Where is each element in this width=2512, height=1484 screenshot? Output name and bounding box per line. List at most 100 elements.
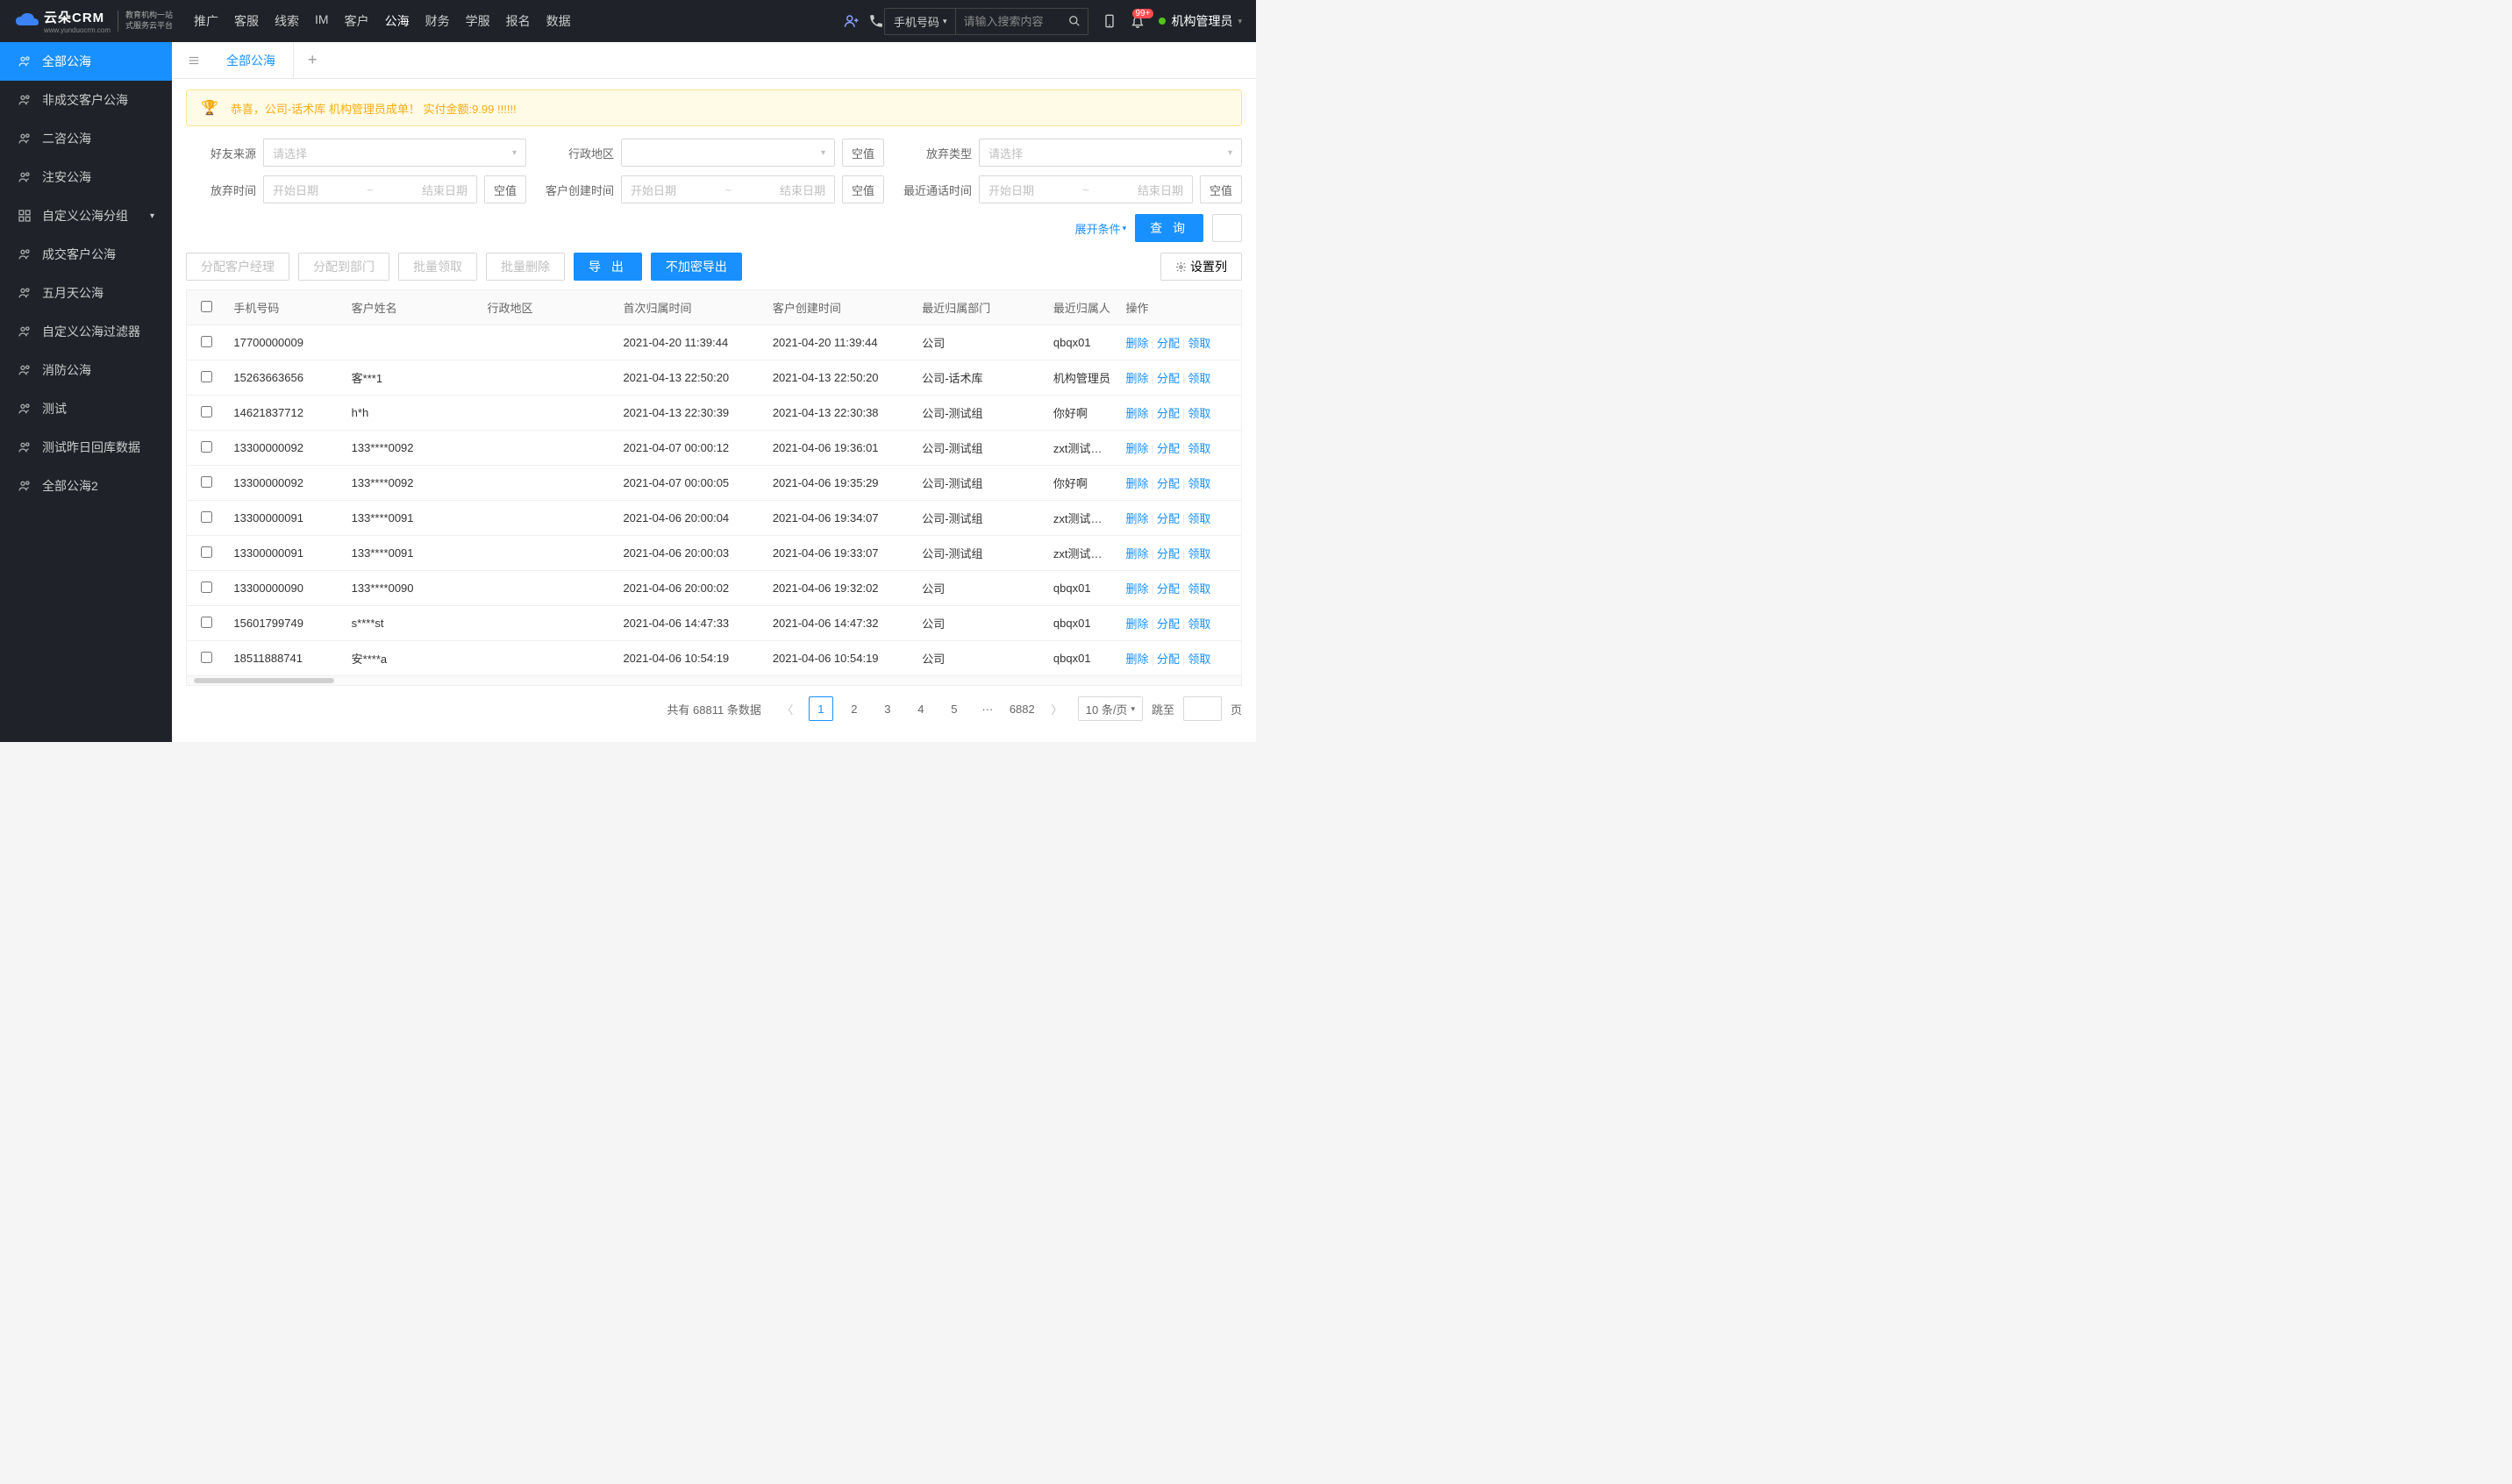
add-user-icon[interactable]	[844, 13, 860, 29]
filter-create-time-range[interactable]: 开始日期 ~ 结束日期	[621, 175, 835, 203]
sidebar-item[interactable]: 全部公海	[0, 42, 172, 81]
row-checkbox[interactable]	[201, 441, 212, 453]
top-nav-item[interactable]: 客户	[345, 12, 369, 30]
set-columns-button[interactable]: 设置列	[1160, 253, 1242, 281]
page-1[interactable]: 1	[809, 696, 833, 721]
brand-logo[interactable]: 云朵CRM www.yunduocrm.com 教育机构一站 式服务云平台	[14, 8, 173, 34]
filter-last-call-empty-button[interactable]: 空值	[1200, 175, 1242, 203]
sidebar-item[interactable]: 五月天公海	[0, 274, 172, 312]
row-claim-link[interactable]: 领取	[1188, 582, 1210, 596]
row-assign-link[interactable]: 分配	[1157, 407, 1180, 420]
page-ellipsis[interactable]: ···	[975, 696, 1000, 721]
sidebar-item[interactable]: 注安公海	[0, 158, 172, 196]
page-size-select[interactable]: 10 条/页 ▾	[1078, 696, 1143, 721]
row-claim-link[interactable]: 领取	[1188, 653, 1210, 666]
tabs-collapse-icon[interactable]	[179, 54, 209, 67]
mobile-icon[interactable]	[1103, 14, 1117, 28]
page-last[interactable]: 6882	[1009, 696, 1036, 721]
row-checkbox[interactable]	[201, 581, 212, 593]
row-claim-link[interactable]: 领取	[1188, 442, 1210, 455]
top-nav-item[interactable]: 公海	[385, 12, 410, 30]
sidebar-item[interactable]: 自定义公海分组▾	[0, 196, 172, 235]
page-next-button[interactable]: 〉	[1045, 696, 1069, 721]
phone-icon[interactable]	[868, 13, 884, 29]
filter-source-select[interactable]: 请选择 ▾	[263, 139, 526, 167]
row-delete-link[interactable]: 删除	[1126, 617, 1149, 631]
top-nav-item[interactable]: 财务	[425, 12, 450, 30]
row-checkbox[interactable]	[201, 546, 212, 558]
row-checkbox[interactable]	[201, 336, 212, 347]
sidebar-item[interactable]: 成交客户公海	[0, 235, 172, 274]
jump-page-input[interactable]	[1183, 696, 1222, 721]
export-button[interactable]: 导 出	[574, 253, 642, 281]
top-nav-item[interactable]: 数据	[546, 12, 571, 30]
search-type-select[interactable]: 手机号码 ▾	[885, 9, 957, 34]
row-delete-link[interactable]: 删除	[1126, 582, 1149, 596]
row-checkbox[interactable]	[201, 476, 212, 488]
page-prev-button[interactable]: 〈	[775, 696, 800, 721]
search-icon[interactable]	[1061, 11, 1088, 32]
expand-filters-link[interactable]: 展开条件 ▾	[1075, 220, 1127, 237]
row-checkbox[interactable]	[201, 652, 212, 663]
refresh-button[interactable]	[1212, 214, 1242, 242]
page-2[interactable]: 2	[842, 696, 867, 721]
sidebar-item[interactable]: 消防公海	[0, 351, 172, 389]
sidebar-item[interactable]: 全部公海2	[0, 467, 172, 505]
page-5[interactable]: 5	[942, 696, 967, 721]
row-assign-link[interactable]: 分配	[1157, 337, 1180, 350]
filter-last-call-range[interactable]: 开始日期 ~ 结束日期	[979, 175, 1193, 203]
export-plain-button[interactable]: 不加密导出	[651, 253, 742, 281]
assign-dept-button[interactable]: 分配到部门	[298, 253, 389, 281]
row-checkbox[interactable]	[201, 406, 212, 417]
filter-create-time-empty-button[interactable]: 空值	[842, 175, 884, 203]
row-assign-link[interactable]: 分配	[1157, 442, 1180, 455]
scrollbar-thumb[interactable]	[194, 678, 334, 683]
row-assign-link[interactable]: 分配	[1157, 372, 1180, 385]
row-assign-link[interactable]: 分配	[1157, 653, 1180, 666]
sidebar-item[interactable]: 测试昨日回库数据	[0, 428, 172, 467]
search-input[interactable]	[956, 11, 1061, 32]
assign-manager-button[interactable]: 分配客户经理	[186, 253, 289, 281]
user-menu[interactable]: 机构管理员 ▾	[1159, 12, 1242, 30]
row-delete-link[interactable]: 删除	[1126, 512, 1149, 525]
filter-region-empty-button[interactable]: 空值	[842, 139, 884, 167]
page-4[interactable]: 4	[909, 696, 933, 721]
bell-icon[interactable]: 99+	[1131, 14, 1145, 28]
page-3[interactable]: 3	[875, 696, 900, 721]
top-nav-item[interactable]: 学服	[466, 12, 490, 30]
row-assign-link[interactable]: 分配	[1157, 477, 1180, 490]
row-delete-link[interactable]: 删除	[1126, 337, 1149, 350]
top-nav-item[interactable]: 线索	[275, 12, 299, 30]
sidebar-item[interactable]: 测试	[0, 389, 172, 428]
tab-all-sea[interactable]: 全部公海	[209, 42, 294, 78]
select-all-checkbox[interactable]	[201, 301, 212, 312]
top-nav-item[interactable]: IM	[315, 12, 329, 30]
row-checkbox[interactable]	[201, 511, 212, 523]
batch-claim-button[interactable]: 批量领取	[398, 253, 477, 281]
filter-abandon-time-empty-button[interactable]: 空值	[484, 175, 526, 203]
row-claim-link[interactable]: 领取	[1188, 407, 1210, 420]
row-claim-link[interactable]: 领取	[1188, 617, 1210, 631]
row-delete-link[interactable]: 删除	[1126, 407, 1149, 420]
batch-delete-button[interactable]: 批量删除	[486, 253, 565, 281]
sidebar-item[interactable]: 自定义公海过滤器	[0, 312, 172, 351]
row-claim-link[interactable]: 领取	[1188, 512, 1210, 525]
filter-abandon-type-select[interactable]: 请选择 ▾	[979, 139, 1242, 167]
top-nav-item[interactable]: 客服	[234, 12, 259, 30]
row-delete-link[interactable]: 删除	[1126, 372, 1149, 385]
query-button[interactable]: 查 询	[1135, 214, 1203, 242]
row-delete-link[interactable]: 删除	[1126, 477, 1149, 490]
row-delete-link[interactable]: 删除	[1126, 653, 1149, 666]
row-claim-link[interactable]: 领取	[1188, 477, 1210, 490]
filter-region-select[interactable]: ▾	[621, 139, 835, 167]
row-delete-link[interactable]: 删除	[1126, 547, 1149, 560]
row-assign-link[interactable]: 分配	[1157, 547, 1180, 560]
filter-abandon-time-range[interactable]: 开始日期 ~ 结束日期	[263, 175, 477, 203]
horizontal-scrollbar[interactable]	[187, 676, 1241, 685]
row-assign-link[interactable]: 分配	[1157, 582, 1180, 596]
tab-add-button[interactable]: +	[294, 51, 332, 69]
row-delete-link[interactable]: 删除	[1126, 442, 1149, 455]
row-claim-link[interactable]: 领取	[1188, 547, 1210, 560]
row-claim-link[interactable]: 领取	[1188, 372, 1210, 385]
row-assign-link[interactable]: 分配	[1157, 512, 1180, 525]
